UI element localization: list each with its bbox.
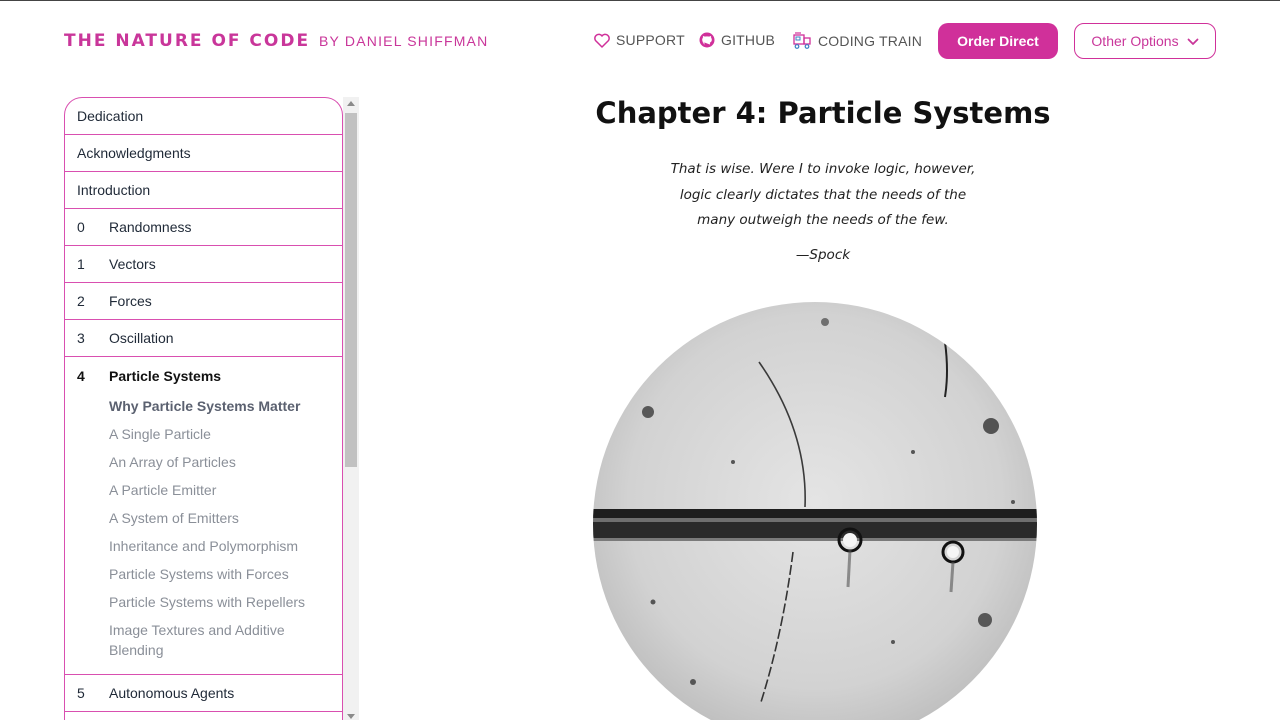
section-link[interactable]: An Array of Particles bbox=[109, 452, 342, 472]
scroll-up-arrow-icon[interactable] bbox=[347, 101, 355, 106]
order-direct-button[interactable]: Order Direct bbox=[938, 23, 1058, 59]
coding-train-label: CODING TRAIN bbox=[818, 33, 923, 49]
toc-chapter-0[interactable]: 0 Randomness bbox=[65, 209, 342, 246]
quote-line: many outweigh the needs of the few. bbox=[697, 212, 949, 228]
support-label: SUPPORT bbox=[616, 32, 685, 48]
chapter-heading: Chapter 4: Particle Systems bbox=[595, 96, 1051, 130]
chapter-title: Autonomous Agents bbox=[109, 685, 235, 701]
author-byline[interactable]: BY DANIEL SHIFFMAN bbox=[319, 33, 488, 49]
section-link[interactable]: Particle Systems with Forces bbox=[109, 564, 342, 584]
toc-item-acknowledgments[interactable]: Acknowledgments bbox=[65, 135, 342, 172]
section-link[interactable]: Image Textures and Additive Blending bbox=[109, 620, 309, 660]
github-icon bbox=[699, 32, 715, 48]
chevron-down-icon bbox=[1187, 33, 1199, 49]
chapter-title: Randomness bbox=[109, 219, 192, 235]
scroll-down-arrow-icon[interactable] bbox=[347, 714, 355, 719]
chapter-number: 3 bbox=[77, 330, 85, 346]
toc-item-introduction[interactable]: Introduction bbox=[65, 172, 342, 209]
toc-chapter-2[interactable]: 2 Forces bbox=[65, 283, 342, 320]
other-options-button[interactable]: Other Options bbox=[1074, 23, 1216, 59]
github-link[interactable]: GITHUB bbox=[699, 32, 775, 48]
github-label: GITHUB bbox=[721, 32, 776, 48]
toc-chapter-4-active[interactable]: 4 Particle Systems bbox=[65, 357, 342, 394]
other-options-label: Other Options bbox=[1091, 33, 1179, 49]
toc-chapter-1[interactable]: 1 Vectors bbox=[65, 246, 342, 283]
section-link[interactable]: A Particle Emitter bbox=[109, 480, 342, 500]
section-list: Why Particle Systems Matter A Single Par… bbox=[65, 396, 342, 675]
chapter-number: 0 bbox=[77, 219, 85, 235]
section-link[interactable]: Inheritance and Polymorphism bbox=[109, 536, 342, 556]
section-link[interactable]: A Single Particle bbox=[109, 424, 342, 444]
chapter-title: Particle Systems bbox=[109, 367, 222, 384]
toc-item-label: Acknowledgments bbox=[77, 145, 191, 161]
bubble-chamber-photo bbox=[593, 302, 1037, 720]
table-of-contents: Dedication Acknowledgments Introduction … bbox=[64, 97, 343, 720]
section-link-current[interactable]: Why Particle Systems Matter bbox=[109, 396, 342, 416]
heart-icon bbox=[594, 33, 610, 48]
toc-item-label: Introduction bbox=[77, 182, 151, 198]
toc-chapter-3[interactable]: 3 Oscillation bbox=[65, 320, 342, 357]
chapter-title: Vectors bbox=[109, 256, 156, 272]
epigraph-quote: That is wise. Were I to invoke logic, ho… bbox=[640, 157, 1006, 234]
toc-chapter-5[interactable]: 5 Autonomous Agents bbox=[65, 675, 342, 712]
quote-author: —Spock bbox=[795, 247, 851, 263]
chapter-number: 1 bbox=[77, 256, 85, 272]
coding-train-icon bbox=[793, 32, 812, 50]
chapter-number: 5 bbox=[77, 685, 85, 701]
chapter-title: Forces bbox=[109, 293, 152, 309]
section-link[interactable]: A System of Emitters bbox=[109, 508, 342, 528]
sidebar-scrollbar[interactable] bbox=[343, 97, 359, 720]
scrollbar-thumb[interactable] bbox=[345, 113, 357, 467]
coding-train-link[interactable]: CODING TRAIN bbox=[793, 32, 922, 50]
site-title[interactable]: THE NATURE OF CODE bbox=[64, 31, 310, 51]
chapter-title: Oscillation bbox=[109, 330, 174, 346]
chapter-number: 4 bbox=[77, 367, 85, 384]
toc-item-label: Dedication bbox=[77, 108, 144, 124]
support-link[interactable]: SUPPORT bbox=[594, 32, 685, 48]
top-border bbox=[0, 0, 1280, 1]
chapter-number: 2 bbox=[77, 293, 85, 309]
section-link[interactable]: Particle Systems with Repellers bbox=[109, 592, 342, 612]
quote-line: logic clearly dictates that the needs of… bbox=[679, 186, 967, 203]
toc-item-dedication[interactable]: Dedication bbox=[65, 98, 342, 135]
quote-line: That is wise. Were I to invoke logic, ho… bbox=[670, 161, 976, 177]
